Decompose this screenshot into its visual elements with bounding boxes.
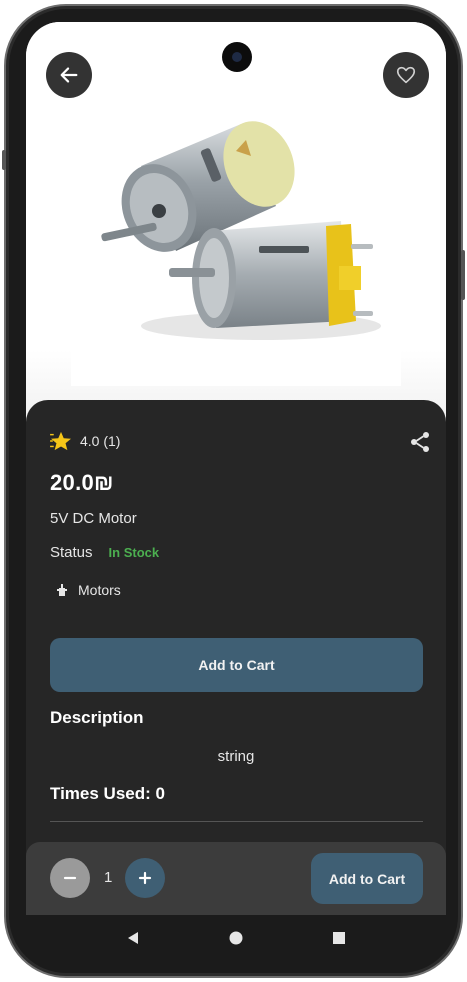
status-label: Status bbox=[50, 544, 93, 561]
square-recents-icon[interactable] bbox=[331, 930, 347, 946]
product-details-sheet: 4.0 (1) 20.0₪ 5V DC Motor Status In Stoc… bbox=[26, 400, 446, 915]
motor-icon bbox=[57, 584, 67, 596]
front-camera bbox=[222, 42, 252, 72]
arrow-left-icon bbox=[60, 67, 78, 83]
system-nav-bar bbox=[26, 915, 446, 961]
increase-quantity-button[interactable] bbox=[125, 858, 165, 898]
category-chip: Motors bbox=[56, 582, 121, 598]
cart-action-bar: 1 Add to Cart bbox=[26, 842, 446, 915]
product-name: 5V DC Motor bbox=[50, 510, 137, 527]
description-text: string bbox=[217, 748, 255, 765]
product-price: 20.0₪ bbox=[50, 470, 114, 495]
volume-button bbox=[2, 150, 6, 170]
minus-icon bbox=[63, 876, 77, 880]
power-button bbox=[461, 250, 465, 300]
quantity-value: 1 bbox=[104, 869, 113, 886]
category-label: Motors bbox=[78, 582, 121, 598]
add-to-cart-button[interactable]: Add to Cart bbox=[50, 638, 423, 692]
circle-home-icon[interactable] bbox=[228, 930, 244, 946]
back-button[interactable] bbox=[46, 52, 92, 98]
favorite-button[interactable] bbox=[383, 52, 429, 98]
share-button[interactable] bbox=[408, 430, 432, 454]
bottom-add-to-cart-button[interactable]: Add to Cart bbox=[311, 853, 423, 904]
product-image-area bbox=[26, 22, 446, 422]
star-icon bbox=[50, 431, 71, 451]
triangle-back-icon[interactable] bbox=[125, 930, 141, 946]
times-used: Times Used: 0 bbox=[50, 784, 165, 803]
description-heading: Description bbox=[50, 708, 144, 727]
app-screen: 4.0 (1) 20.0₪ 5V DC Motor Status In Stoc… bbox=[26, 22, 446, 915]
status-badge: In Stock bbox=[108, 545, 160, 560]
rating: 4.0 (1) bbox=[50, 431, 120, 451]
heart-icon bbox=[396, 66, 416, 84]
rating-value: 4.0 (1) bbox=[80, 433, 121, 449]
status-row: Status In Stock bbox=[50, 544, 159, 561]
divider bbox=[50, 821, 423, 822]
share-icon bbox=[411, 432, 429, 452]
decrease-quantity-button[interactable] bbox=[50, 858, 90, 898]
plus-icon bbox=[138, 871, 152, 885]
product-image bbox=[71, 56, 401, 386]
